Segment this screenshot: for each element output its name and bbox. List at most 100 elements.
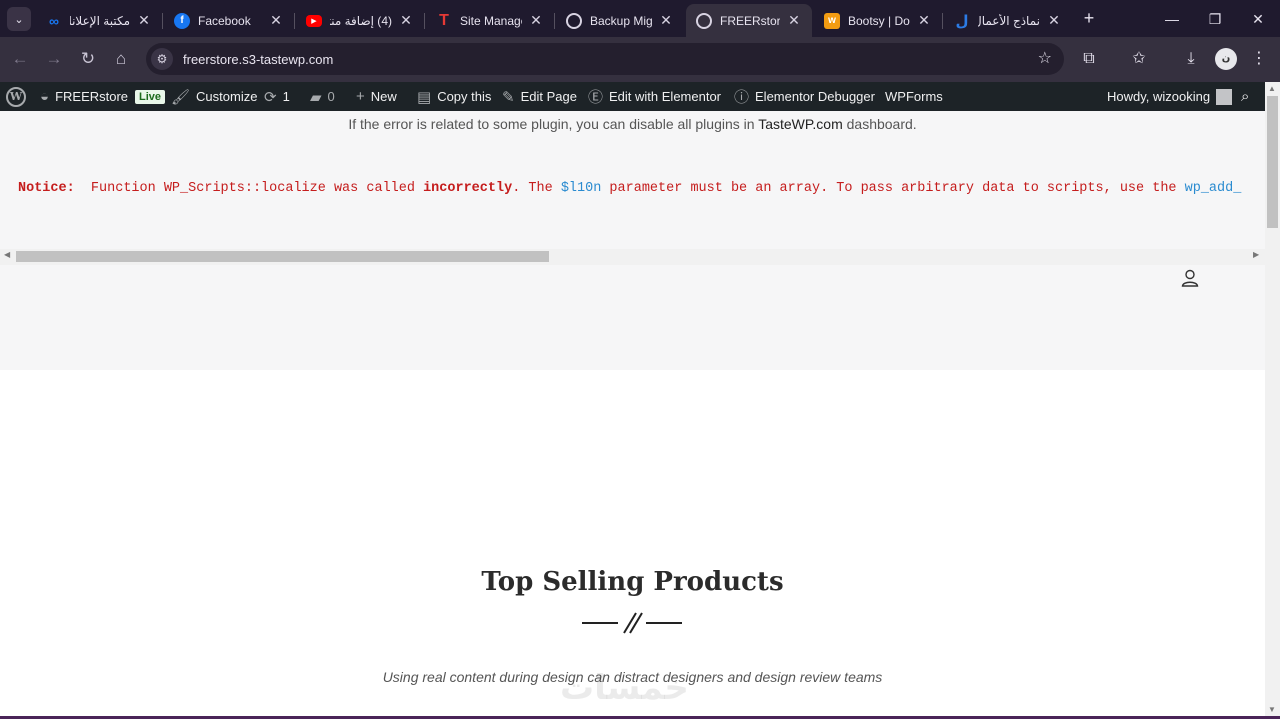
site-info-icon[interactable]: ⚙ (151, 48, 173, 70)
notice-bold: incorrectly (423, 181, 513, 196)
new-tab-plus-icon[interactable]: + (1079, 9, 1099, 29)
vertical-scrollbar[interactable]: ▲ ▼ (1265, 82, 1280, 716)
notice-text: . The (512, 181, 561, 196)
browser-tab-strip: ⌄ ∞ مكتبة الإعلانات ✕ f Facebook ✕ ▶ (4)… (0, 0, 1280, 37)
tab-close-icon[interactable]: ✕ (268, 12, 284, 29)
horizontal-scrollbar[interactable]: ◀ ▶ (0, 249, 1265, 265)
download-icon[interactable]: ⤓ (1180, 48, 1202, 70)
menu-kebab-icon[interactable]: ⋮ (1248, 48, 1270, 70)
edit-with-elementor-link[interactable]: Ⓔ Edit with Elementor (588, 82, 721, 111)
elementor-debugger-menu[interactable]: ⓘ Elementor Debugger (734, 82, 875, 111)
tab-title: Backup Migration (590, 13, 652, 28)
tab-separator (294, 13, 295, 29)
customize-link[interactable]: 🖌 Customize (171, 82, 257, 111)
my-account-menu[interactable]: Howdy, wizooking (1107, 82, 1233, 111)
tab-close-icon[interactable]: ✕ (528, 12, 544, 29)
updates-count: 1 (282, 89, 290, 104)
wp-admin-bar: W ◒ FREERstore Live 🖌 Customize ⟳ 1 ▰ 0 … (0, 82, 1280, 111)
browser-tab[interactable]: ▶ (4) إضافة منتج ✕ (296, 4, 425, 37)
facebook-icon: f (174, 12, 190, 29)
copy-this-link[interactable]: ▤ Copy this (417, 82, 491, 111)
notice-text: Function WP_Scripts::localize was called (74, 181, 424, 196)
site-name-menu[interactable]: ◒ FREERstore Live (40, 82, 166, 111)
tab-separator (424, 13, 425, 29)
reload-icon[interactable]: ↻ (77, 48, 99, 70)
updates-refresh-icon: ⟳ (264, 88, 277, 106)
minimize-icon[interactable]: — (1157, 8, 1187, 30)
site-name: FREERstore (55, 89, 129, 104)
vertical-scroll-thumb[interactable] (1267, 96, 1278, 228)
page-viewport: If the error is related to some plugin, … (0, 111, 1265, 716)
new-content-menu[interactable]: + New (356, 82, 397, 111)
scroll-up-arrow-icon[interactable]: ▲ (1268, 84, 1276, 93)
tab-close-icon[interactable]: ✕ (658, 12, 674, 29)
comment-bubble-icon: ▰ (310, 88, 322, 106)
globe-icon (566, 12, 582, 29)
profile-avatar[interactable]: ن (1215, 48, 1237, 70)
tab-separator (942, 13, 943, 29)
horizontal-scroll-thumb[interactable] (16, 251, 549, 262)
scroll-down-arrow-icon[interactable]: ▼ (1268, 705, 1276, 714)
browser-tab[interactable]: w Bootsy | Doc ✕ (814, 4, 943, 37)
scroll-right-arrow-icon[interactable]: ▶ (1253, 250, 1259, 259)
window-close-icon[interactable]: ✕ (1243, 8, 1273, 30)
updates-link[interactable]: ⟳ 1 (264, 82, 290, 111)
browser-toolbar: ← → ↻ ⌂ ⚙ freerstore.s3-tastewp.com ☆ ⧉ … (0, 37, 1280, 82)
bookmarks-icon[interactable]: ✩ (1128, 48, 1150, 70)
forward-arrow-icon[interactable]: → (43, 48, 65, 70)
tastewp-link[interactable]: TasteWP.com (758, 116, 843, 132)
title-divider-ornament (582, 612, 682, 634)
wordpress-logo-icon: W (6, 86, 26, 107)
pencil-icon: ✎ (502, 88, 515, 106)
url-text[interactable]: freerstore.s3-tastewp.com (183, 52, 333, 67)
plus-icon: + (356, 88, 365, 105)
elementor-icon: Ⓔ (588, 89, 604, 106)
user-account-icon[interactable] (1180, 268, 1200, 288)
tab-separator (162, 13, 163, 29)
browser-tab[interactable]: ل نماذج الأعمال ✕ (944, 4, 1072, 37)
tab-separator (554, 13, 555, 29)
notice-text: parameter must be an array. To pass arbi… (601, 181, 1185, 196)
comments-link[interactable]: ▰ 0 (310, 82, 335, 111)
browser-tab-active[interactable]: FREERstore – ✕ (686, 4, 812, 37)
restore-icon[interactable]: ❐ (1200, 8, 1230, 30)
browser-tab[interactable]: T Site Manager ✕ (426, 4, 555, 37)
notice-label: Notice: (18, 181, 75, 196)
error-hint-suffix: dashboard. (842, 116, 917, 132)
tab-close-icon[interactable]: ✕ (786, 12, 802, 29)
wpforms-menu[interactable]: WPForms (885, 82, 943, 111)
extensions-puzzle-icon[interactable]: ⧉ (1078, 48, 1100, 70)
customize-label: Customize (196, 89, 258, 104)
youtube-icon: ▶ (306, 14, 322, 27)
tab-close-icon[interactable]: ✕ (136, 12, 152, 29)
new-label: New (370, 89, 397, 104)
error-notice-area: If the error is related to some plugin, … (0, 111, 1265, 370)
notice-function: wp_add_ (1184, 181, 1242, 196)
tab-close-icon[interactable]: ✕ (1046, 12, 1062, 29)
edit-page-label: Edit Page (520, 89, 577, 104)
section-title: Top Selling Products (481, 567, 784, 597)
bookmark-star-icon[interactable]: ☆ (1038, 48, 1052, 68)
notice-variable: $l10n (560, 181, 602, 196)
admin-search[interactable]: ⌕ (1241, 82, 1255, 111)
tab-search-chevron-icon[interactable]: ⌄ (7, 7, 31, 31)
address-bar[interactable]: ⚙ freerstore.s3-tastewp.com ☆ (146, 43, 1064, 75)
info-circle-icon: ⓘ (734, 89, 750, 106)
wp-logo-menu[interactable]: W (6, 82, 26, 111)
comments-count: 0 (327, 89, 335, 104)
tab-title: مكتبة الإعلانات (70, 13, 130, 28)
tab-close-icon[interactable]: ✕ (398, 12, 414, 29)
tab-close-icon[interactable]: ✕ (916, 12, 932, 29)
back-arrow-icon[interactable]: ← (9, 48, 31, 70)
browser-tab[interactable]: f Facebook ✕ (164, 4, 295, 37)
edit-page-link[interactable]: ✎ Edit Page (502, 82, 577, 111)
paintbrush-icon: 🖌 (171, 88, 191, 106)
browser-tab[interactable]: ∞ مكتبة الإعلانات ✕ (36, 4, 163, 37)
copy-pages-icon: ▤ (417, 88, 432, 106)
scroll-left-arrow-icon[interactable]: ◀ (4, 250, 10, 259)
tastewp-icon: T (439, 11, 449, 29)
watermark-logo: خمسات (560, 669, 689, 707)
tab-title: (4) إضافة منتج (330, 13, 392, 28)
browser-tab[interactable]: Backup Migration ✕ (556, 4, 684, 37)
home-icon[interactable]: ⌂ (110, 48, 132, 70)
